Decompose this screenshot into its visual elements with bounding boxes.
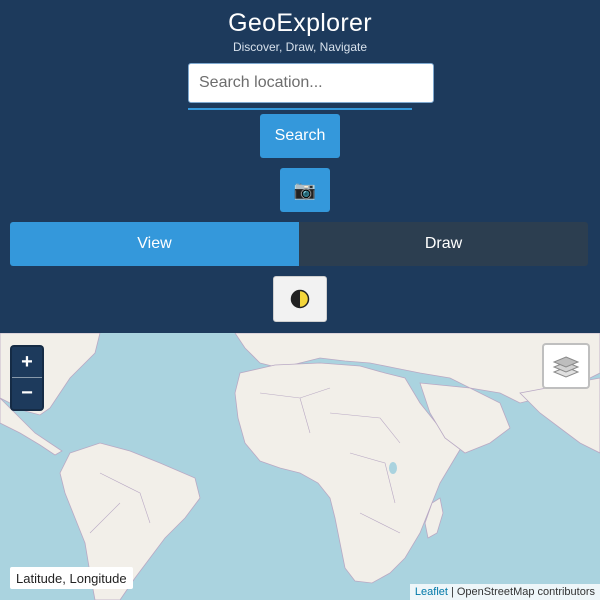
zoom-control: + − bbox=[10, 345, 44, 411]
search-input[interactable] bbox=[188, 63, 434, 103]
layers-icon bbox=[552, 356, 580, 378]
app-header: GeoExplorer Discover, Draw, Navigate Sea… bbox=[0, 0, 600, 333]
coordinates-display: Latitude, Longitude bbox=[10, 567, 133, 589]
world-map-tiles bbox=[0, 333, 600, 600]
osm-credit: OpenStreetMap contributors bbox=[456, 586, 595, 598]
zoom-in-button[interactable]: + bbox=[12, 347, 42, 378]
layers-button[interactable] bbox=[542, 343, 590, 389]
mode-tabs: View Draw bbox=[10, 222, 588, 266]
app-title: GeoExplorer bbox=[228, 9, 372, 37]
leaflet-link[interactable]: Leaflet bbox=[415, 586, 448, 598]
search-button[interactable]: Search bbox=[260, 114, 340, 158]
theme-toggle-button[interactable] bbox=[273, 276, 327, 322]
attribution-separator: | bbox=[450, 586, 454, 598]
camera-button[interactable]: 📷 bbox=[280, 168, 330, 212]
camera-icon: 📷 bbox=[293, 179, 317, 200]
map-view[interactable] bbox=[0, 333, 600, 600]
search-underline bbox=[188, 108, 412, 110]
zoom-out-button[interactable]: − bbox=[12, 378, 42, 409]
tab-view[interactable]: View bbox=[10, 222, 299, 266]
map-attribution: Leaflet | OpenStreetMap contributors bbox=[409, 584, 600, 600]
contrast-icon bbox=[290, 289, 310, 309]
tab-draw[interactable]: Draw bbox=[299, 222, 588, 266]
app-subtitle: Discover, Draw, Navigate bbox=[232, 40, 368, 54]
